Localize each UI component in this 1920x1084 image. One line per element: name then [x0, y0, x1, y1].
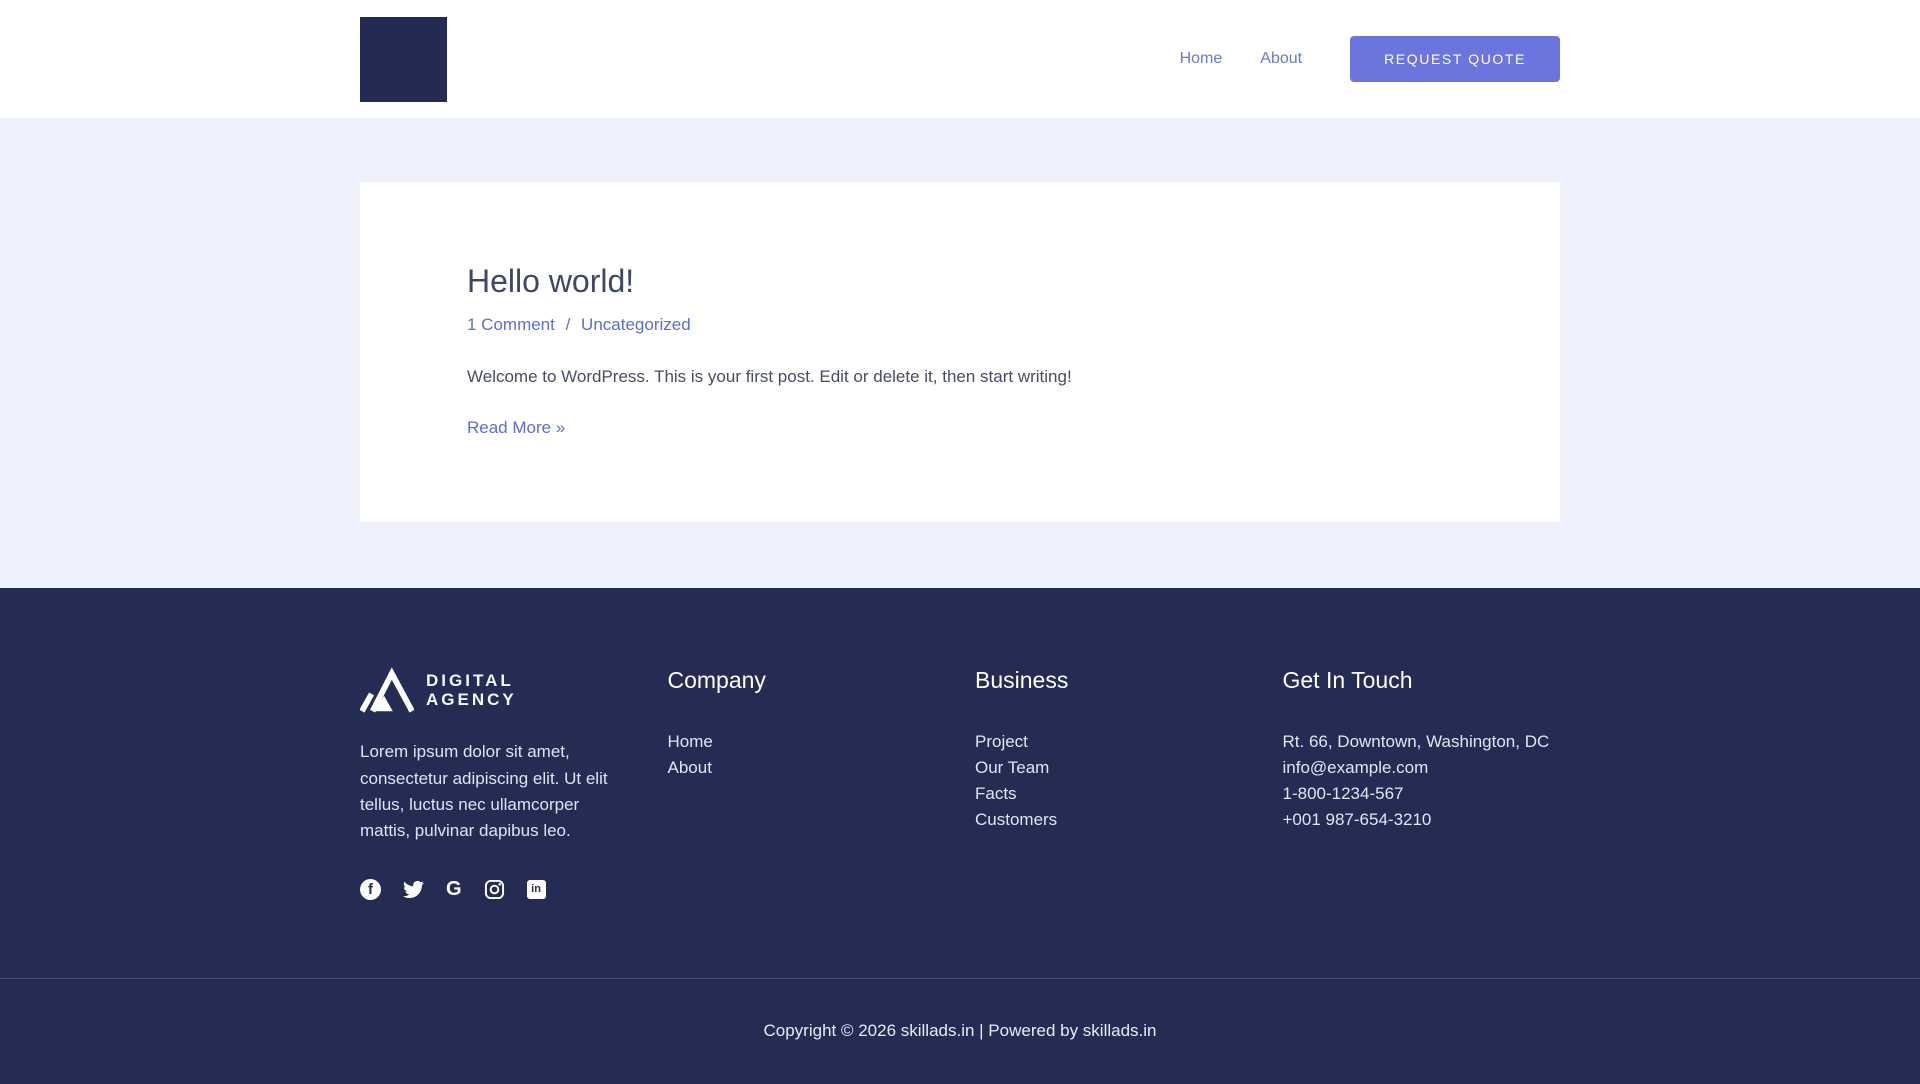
footer-brand-column: DIGITAL AGENCY Lorem ipsum dolor sit ame…	[360, 667, 638, 900]
site-header: Home About REQUEST QUOTE	[0, 0, 1920, 118]
footer-heading-get-in-touch: Get In Touch	[1282, 667, 1413, 694]
post-card: Hello world! 1 Comment / Uncategorized W…	[360, 182, 1560, 523]
mountain-logo-icon	[360, 667, 414, 713]
footer-link-customers: Customers	[975, 807, 1253, 833]
copyright-text: Copyright © 2026 skillads.in | Powered b…	[763, 1020, 1157, 1040]
request-quote-button[interactable]: REQUEST QUOTE	[1350, 36, 1560, 82]
footer-heading-company: Company	[667, 667, 766, 694]
footer-link-facts-anchor[interactable]: Facts	[975, 784, 1017, 803]
nav-item-home[interactable]: Home	[1180, 50, 1223, 68]
meta-separator: /	[560, 315, 576, 335]
footer-link-home: Home	[668, 729, 946, 755]
footer-link-project-anchor[interactable]: Project	[975, 732, 1028, 751]
footer-link-facts: Facts	[975, 781, 1253, 807]
footer-column-company: Company Home About	[668, 667, 946, 899]
read-more-link[interactable]: Read More »	[467, 418, 565, 438]
footer-brand: DIGITAL AGENCY	[360, 667, 638, 713]
footer-link-home-anchor[interactable]: Home	[668, 732, 713, 751]
nav-item-about[interactable]: About	[1260, 50, 1302, 68]
footer-link-about-anchor[interactable]: About	[668, 758, 712, 777]
footer-link-our-team-anchor[interactable]: Our Team	[975, 758, 1049, 777]
google-icon[interactable]: G	[446, 879, 462, 899]
instagram-icon[interactable]	[484, 879, 505, 900]
main-nav: Home About	[1180, 50, 1303, 68]
post-excerpt: Welcome to WordPress. This is your first…	[467, 366, 1072, 386]
footer-link-project: Project	[975, 729, 1253, 755]
footer-bottom-bar: Copyright © 2026 skillads.in | Powered b…	[0, 977, 1920, 1084]
social-links: f G in	[360, 878, 638, 900]
contact-phone-1: 1-800-1234-567	[1282, 783, 1404, 803]
brand-text: DIGITAL AGENCY	[426, 671, 517, 710]
facebook-icon[interactable]: f	[360, 878, 381, 900]
footer-link-customers-anchor[interactable]: Customers	[975, 810, 1057, 829]
contact-email: info@example.com	[1282, 757, 1429, 777]
site-footer: DIGITAL AGENCY Lorem ipsum dolor sit ame…	[0, 588, 1920, 1084]
footer-link-our-team: Our Team	[975, 755, 1253, 781]
footer-heading-business: Business	[975, 667, 1069, 694]
site-logo[interactable]	[360, 16, 447, 102]
contact-phone-2: +001 987-654-3210	[1282, 809, 1432, 829]
post-title: Hello world!	[467, 263, 635, 299]
footer-description: Lorem ipsum dolor sit amet, consectetur …	[360, 742, 608, 841]
contact-address: Rt. 66, Downtown, Washington, DC	[1282, 731, 1550, 751]
main-content: Hello world! 1 Comment / Uncategorized W…	[0, 118, 1920, 589]
comments-link[interactable]: 1 Comment	[467, 315, 555, 334]
header-right: Home About REQUEST QUOTE	[1180, 36, 1560, 82]
twitter-icon[interactable]	[403, 879, 424, 900]
linkedin-icon[interactable]: in	[526, 879, 546, 899]
brand-line-2: AGENCY	[426, 690, 517, 710]
footer-column-get-in-touch: Get In Touch Rt. 66, Downtown, Washingto…	[1283, 667, 1561, 899]
footer-link-about: About	[668, 755, 946, 781]
footer-column-business: Business Project Our Team Facts Customer…	[975, 667, 1253, 899]
category-link[interactable]: Uncategorized	[581, 315, 691, 334]
post-meta: 1 Comment / Uncategorized	[467, 312, 1453, 338]
brand-line-1: DIGITAL	[426, 670, 514, 690]
